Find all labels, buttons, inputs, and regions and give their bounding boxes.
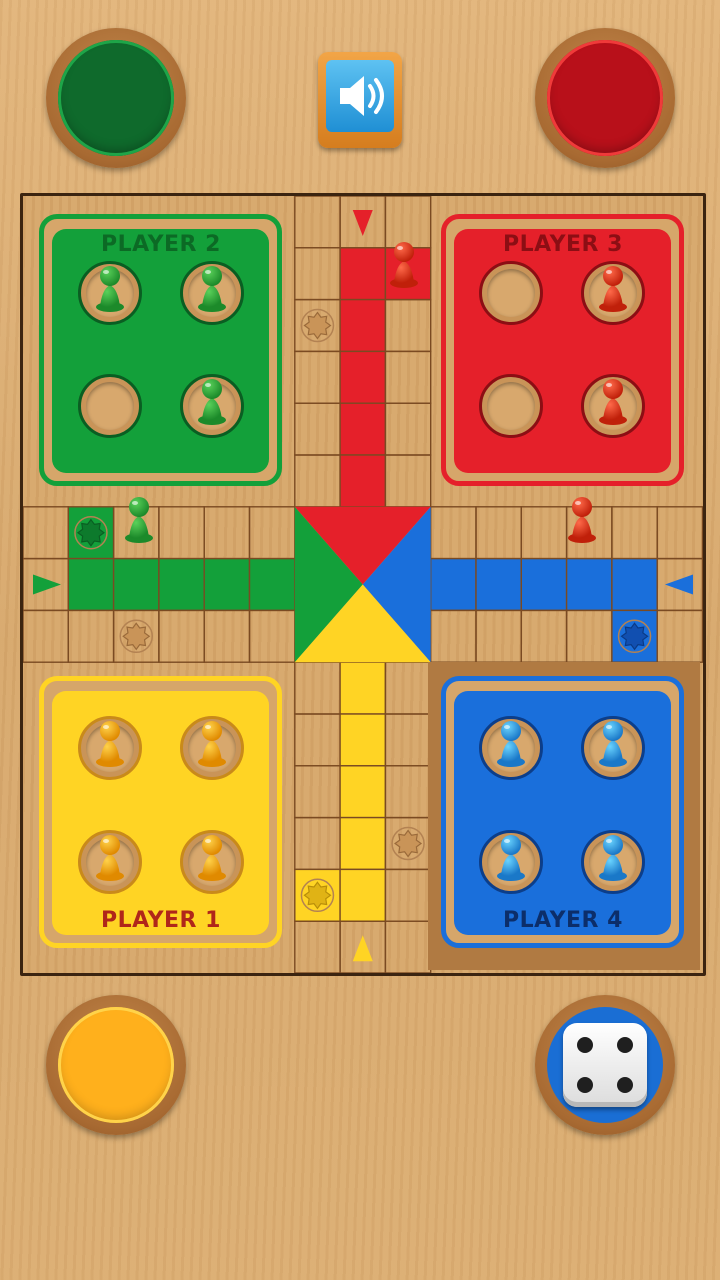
dice-four-icon[interactable] — [563, 1023, 647, 1107]
yellow-pawn[interactable] — [196, 718, 228, 768]
red-pawn[interactable] — [597, 376, 629, 426]
player4-label: PLAYER 4 — [503, 908, 623, 933]
sound-button[interactable] — [318, 52, 402, 148]
green-pawn[interactable] — [123, 494, 155, 544]
red-home-slot — [479, 374, 543, 438]
red-home-slot — [479, 261, 543, 325]
green-pawn[interactable] — [196, 263, 228, 313]
blue-pawn[interactable] — [597, 718, 629, 768]
green-home-slot — [78, 374, 142, 438]
speaker-volume-icon — [326, 60, 394, 132]
blue-pawn[interactable] — [495, 832, 527, 882]
green-pawn[interactable] — [196, 376, 228, 426]
blue-pawn[interactable] — [495, 718, 527, 768]
ludo-board: PLAYER 2 PLAYER 3 PLAYER 1 PLAYER 4 — [20, 193, 706, 976]
player2-label: PLAYER 2 — [101, 232, 221, 257]
dice-holder — [535, 995, 675, 1135]
green-pawn[interactable] — [94, 263, 126, 313]
player1-indicator — [46, 995, 186, 1135]
player3-indicator — [535, 28, 675, 168]
red-pawn[interactable] — [388, 239, 420, 289]
player1-label: PLAYER 1 — [101, 908, 221, 933]
yellow-pawn[interactable] — [94, 718, 126, 768]
red-pawn[interactable] — [597, 263, 629, 313]
player2-indicator — [46, 28, 186, 168]
red-pawn[interactable] — [566, 494, 598, 544]
yellow-pawn[interactable] — [94, 832, 126, 882]
blue-pawn[interactable] — [597, 832, 629, 882]
player3-label: PLAYER 3 — [503, 232, 623, 257]
yellow-pawn[interactable] — [196, 832, 228, 882]
